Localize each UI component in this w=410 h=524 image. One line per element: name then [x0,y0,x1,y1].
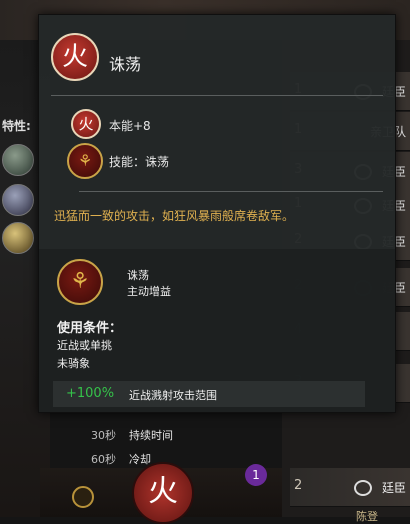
divider [51,95,383,96]
condition-item: 未骑象 [57,357,90,370]
lock-icon[interactable] [72,486,94,508]
cooldown-label: 冷却 [129,453,151,466]
duration-label: 持续时间 [129,429,173,442]
fire-element-icon: 火 [51,33,99,81]
count-badge: 1 [245,464,267,486]
skill-name: 诛荡 [127,269,149,282]
eye-icon [354,480,372,496]
skill-emblem-icon: ⚘ [57,259,103,305]
skill-tooltip: 火 诛荡 火 本能+8 ⚘ 技能：诛荡 迅猛而一致的攻击，如狂风暴雨般席卷敌军。… [38,14,396,466]
roster-row[interactable]: 2 廷臣 [290,468,410,507]
traits-label: 特性: [2,119,31,133]
skill-type: 主动增益 [127,285,171,298]
effect-value: +100% [66,386,115,401]
divider [79,191,383,192]
duration-value: 30秒 [91,429,116,442]
trait-icon-3[interactable] [2,222,34,254]
trait-icon-2[interactable] [2,184,34,216]
instinct-bonus: 本能+8 [109,119,151,133]
tooltip-title: 诛荡 [109,55,142,74]
condition-item: 近战或单挑 [57,339,112,352]
conditions-title: 使用条件： [57,321,123,336]
skill-emblem-icon: ⚘ [67,143,103,179]
fire-element-icon: 火 [71,109,101,139]
effect-text: 近战溅射攻击范围 [129,389,217,402]
cooldown-value: 60秒 [91,453,116,466]
trait-icon-1[interactable] [2,144,34,176]
skill-line: 技能：诛荡 [109,155,170,169]
fire-element-button[interactable]: 火 [132,462,194,524]
skill-description: 迅猛而一致的攻击，如狂风暴雨般席卷敌军。 [54,209,295,223]
roster-name-fragment: 陈登 [356,510,378,523]
